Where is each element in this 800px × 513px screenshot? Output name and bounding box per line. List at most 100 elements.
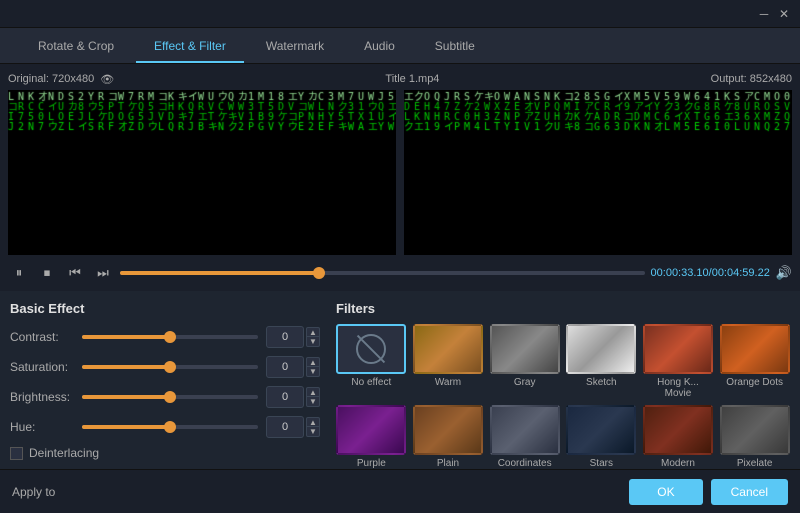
filter-label-gray: Gray [514,377,536,388]
hue-up[interactable]: ▲ [306,417,320,427]
progress-thumb [313,267,325,279]
saturation-slider[interactable] [82,365,258,369]
filter-label-stars: Stars [590,458,613,469]
filter-label-modern: Modern [661,458,695,469]
tab-rotate-crop[interactable]: Rotate & Crop [20,31,132,63]
volume-icon[interactable]: 🔊 [776,265,792,281]
bottom-bar: Apply to OK Cancel [0,469,800,513]
hue-label: Hue: [10,420,82,434]
contrast-up[interactable]: ▲ [306,327,320,337]
next-button[interactable]: ⏭ [92,262,114,284]
filter-modern[interactable]: Modern [643,405,714,469]
contrast-label: Contrast: [10,330,82,344]
close-button[interactable]: ✕ [776,6,792,22]
filter-thumb-pixelate [720,405,790,455]
filter-thumb-coordinates [490,405,560,455]
contrast-down[interactable]: ▼ [306,337,320,347]
filter-thumb-purple [336,405,406,455]
saturation-down[interactable]: ▼ [306,367,320,377]
filter-thumb-orangedots [720,324,790,374]
eye-icon[interactable]: 👁 [100,73,114,86]
videos-row [8,90,792,255]
saturation-thumb [164,361,176,373]
tab-audio[interactable]: Audio [346,31,413,63]
filter-stars[interactable]: Stars [566,405,637,469]
progress-fill [120,271,319,275]
original-preview [8,90,396,255]
saturation-spinners: ▲ ▼ [306,357,320,377]
brightness-spinners: ▲ ▼ [306,387,320,407]
brightness-label: Brightness: [10,390,82,404]
tab-subtitle[interactable]: Subtitle [417,31,493,63]
filter-hongk[interactable]: Hong K... Movie [643,324,714,399]
title-bar: ─ ✕ [0,0,800,28]
filter-purple[interactable]: Purple [336,405,407,469]
brightness-slider[interactable] [82,395,258,399]
tab-effect-filter[interactable]: Effect & Filter [136,31,244,63]
filter-sketch[interactable]: Sketch [566,324,637,399]
filters-grid: No effect Warm Gray Sketch Hong K... Mov… [336,324,790,469]
deinterlacing-checkbox[interactable] [10,447,23,460]
contrast-fill [82,335,170,339]
saturation-fill [82,365,170,369]
output-preview [404,90,792,255]
filter-thumb-sketch [566,324,636,374]
output-canvas [404,90,792,255]
filter-label-sketch: Sketch [586,377,617,388]
deinterlacing-row: Deinterlacing [10,446,320,460]
filter-orangedots[interactable]: Orange Dots [719,324,790,399]
filter-plain[interactable]: Plain [413,405,484,469]
brightness-value: 0 [266,386,304,408]
hue-down[interactable]: ▼ [306,427,320,437]
progress-bar[interactable] [120,271,645,275]
hue-spinners: ▲ ▼ [306,417,320,437]
contrast-slider[interactable] [82,335,258,339]
pause-button[interactable]: ⏸ [8,262,30,284]
tab-watermark[interactable]: Watermark [248,31,342,63]
bottom-right-buttons: OK Cancel [629,479,788,505]
filter-no-effect[interactable]: No effect [336,324,407,399]
hue-fill [82,425,170,429]
minimize-button[interactable]: ─ [756,6,772,22]
title-label: Title 1.mp4 [385,73,439,85]
filter-thumb-no-effect [336,324,406,374]
filter-label-pixelate: Pixelate [737,458,773,469]
contrast-thumb [164,331,176,343]
saturation-value: 0 [266,356,304,378]
filter-label-warm: Warm [435,377,461,388]
filter-label-coordinates: Coordinates [498,458,552,469]
cancel-button[interactable]: Cancel [711,479,788,505]
hue-slider[interactable] [82,425,258,429]
filter-thumb-stars [566,405,636,455]
contrast-spinners: ▲ ▼ [306,327,320,347]
original-canvas [8,90,396,255]
filter-pixelate[interactable]: Pixelate [719,405,790,469]
contrast-row: Contrast: 0 ▲ ▼ [10,326,320,348]
saturation-up[interactable]: ▲ [306,357,320,367]
filter-label-no-effect: No effect [351,377,391,388]
filter-coordinates[interactable]: Coordinates [489,405,560,469]
filter-thumb-gray [490,324,560,374]
brightness-up[interactable]: ▲ [306,387,320,397]
filter-thumb-hongk [643,324,713,374]
filters-title: Filters [336,301,790,316]
filter-gray[interactable]: Gray [489,324,560,399]
ok-button[interactable]: OK [629,479,702,505]
filter-label-hongk: Hong K... Movie [643,377,714,399]
brightness-row: Brightness: 0 ▲ ▼ [10,386,320,408]
contrast-value: 0 [266,326,304,348]
no-effect-circle [356,334,386,364]
playback-bar: ⏸ ⏹ ⏮ ⏭ 00:00:33.10/00:04:59.22 🔊 [0,255,800,291]
saturation-label: Saturation: [10,360,82,374]
original-label: Original: 720x480 [8,73,94,85]
filter-label-orangedots: Orange Dots [726,377,783,388]
filter-thumb-plain [413,405,483,455]
stop-button[interactable]: ⏹ [36,262,58,284]
filter-warm[interactable]: Warm [413,324,484,399]
time-display: 00:00:33.10/00:04:59.22 [651,267,770,279]
basic-effect-title: Basic Effect [10,301,320,316]
tab-bar: Rotate & Crop Effect & Filter Watermark … [0,28,800,64]
prev-button[interactable]: ⏮ [64,262,86,284]
video-area: Original: 720x480 👁 Title 1.mp4 Output: … [0,64,800,255]
brightness-down[interactable]: ▼ [306,397,320,407]
